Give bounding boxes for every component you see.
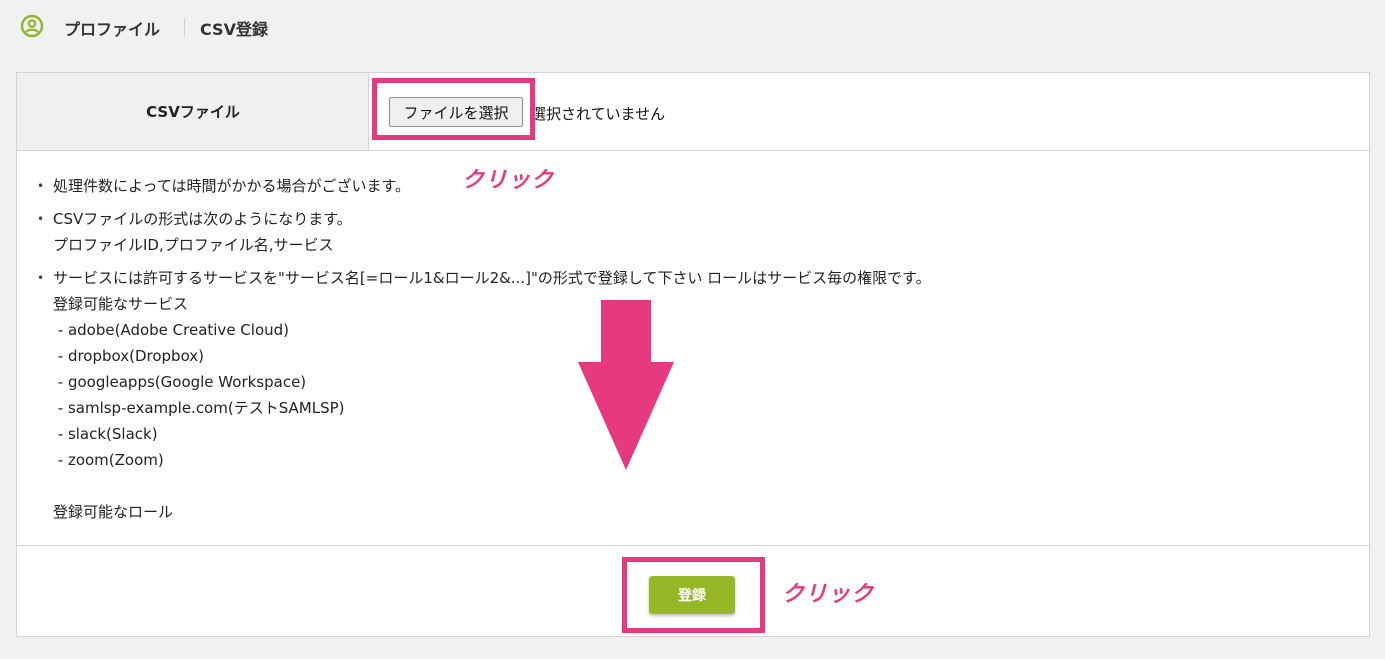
click-annotation-2: クリック (782, 582, 875, 607)
bullet-icon: • (37, 179, 45, 193)
note-item: • サービスには許可するサービスを"サービス名[=ロール1&ロール2&...]"… (37, 265, 931, 525)
note-line: 登録可能なサービス (53, 295, 189, 313)
note-line: サービスには許可するサービスを"サービス名[=ロール1&ロール2&...]"の形… (53, 269, 931, 287)
service-item: - samlsp-example.com(テストSAMLSP) (53, 399, 345, 417)
service-item: - googleapps(Google Workspace) (53, 373, 307, 391)
note-line: 登録可能なロール (53, 503, 174, 521)
csv-file-label: CSVファイル (146, 103, 240, 121)
breadcrumb-csv-register: CSV登録 (200, 20, 268, 39)
bullet-icon: • (37, 271, 45, 285)
profile-circle-icon (20, 14, 44, 38)
csv-upload-panel: CSVファイル ファイルを選択 選択されていません • 処理件数によっては時間が… (16, 72, 1370, 637)
breadcrumb-separator (184, 18, 185, 36)
click-annotation-1: クリック (462, 168, 555, 193)
csv-file-label-cell: CSVファイル (17, 73, 369, 151)
notes-section: • 処理件数によっては時間がかかる場合がございます。 • CSVファイルの形式は… (17, 151, 1369, 546)
service-item: - slack(Slack) (53, 425, 158, 443)
highlight-box-register-button (622, 557, 765, 633)
note-line: プロファイルID,プロファイル名,サービス (53, 236, 334, 254)
service-item: - adobe(Adobe Creative Cloud) (53, 321, 290, 339)
note-item: • CSVファイルの形式は次のようになります。 プロファイルID,プロファイル名… (37, 206, 352, 258)
page-header: プロファイル CSV登録 (0, 0, 1385, 54)
breadcrumb-profile[interactable]: プロファイル (64, 16, 160, 40)
highlight-box-file-button (372, 78, 535, 140)
service-item: - dropbox(Dropbox) (53, 347, 205, 365)
bullet-icon: • (37, 212, 45, 226)
file-status-text: 選択されていません (531, 105, 666, 123)
arrow-down-icon (578, 300, 674, 470)
service-item: - zoom(Zoom) (53, 451, 164, 469)
note-line: 処理件数によっては時間がかかる場合がございます。 (53, 177, 411, 195)
note-item: • 処理件数によっては時間がかかる場合がございます。 (37, 173, 410, 199)
note-line: CSVファイルの形式は次のようになります。 (53, 210, 352, 228)
